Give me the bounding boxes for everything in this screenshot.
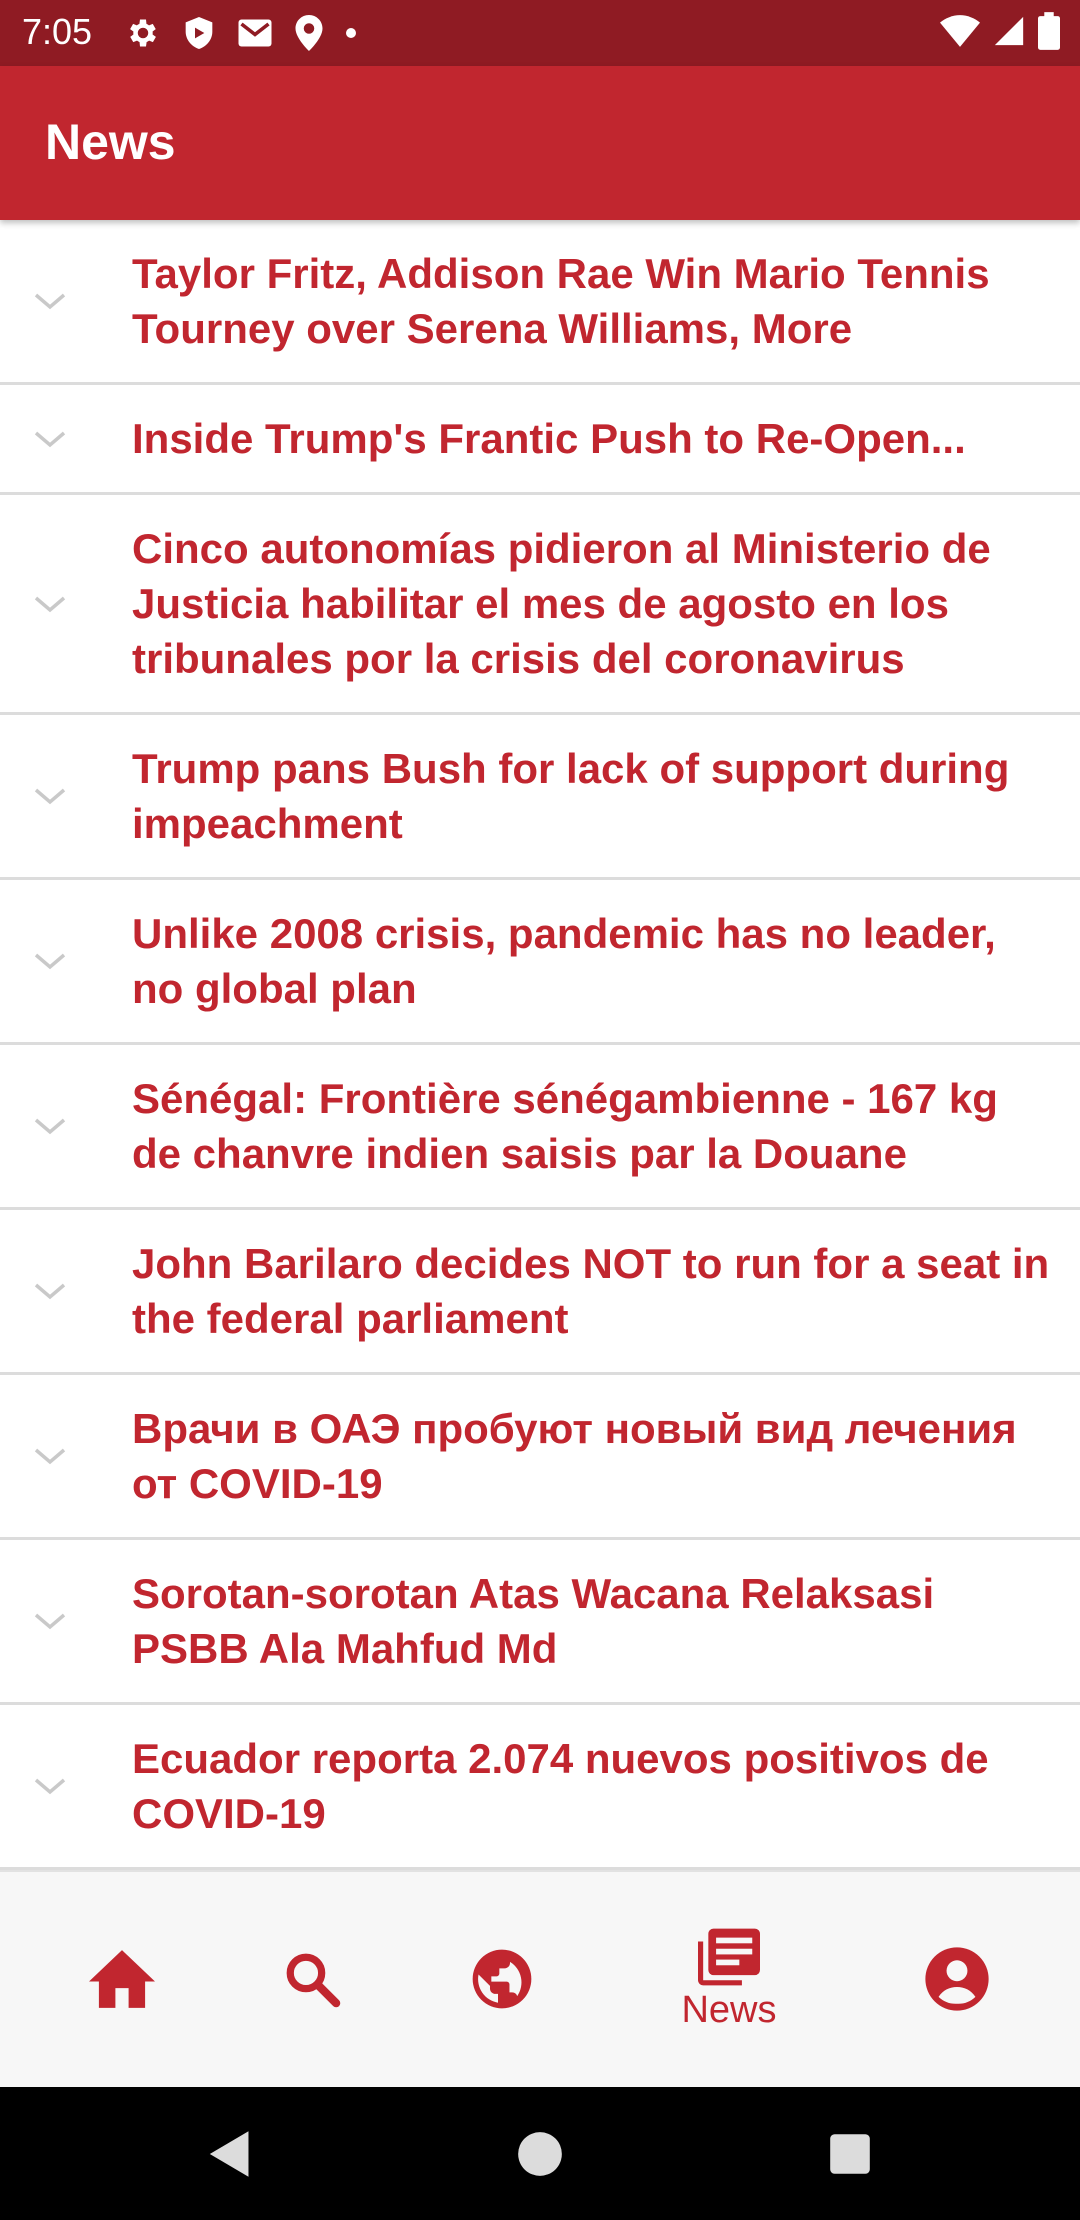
chevron-down-icon[interactable] — [32, 592, 68, 616]
news-headline[interactable]: Inside Trump's Frantic Push to Re-Open..… — [132, 411, 966, 466]
shield-icon — [183, 15, 215, 51]
back-button[interactable] — [198, 2127, 258, 2181]
news-headline[interactable]: Sénégal: Frontière sénégambienne - 167 k… — [132, 1071, 1052, 1181]
account-icon — [925, 1946, 989, 2011]
recents-icon — [830, 2134, 870, 2174]
nav-account[interactable] — [862, 1872, 1052, 2087]
nav-news[interactable]: News — [634, 1872, 824, 2087]
chevron-down-icon[interactable] — [32, 1279, 68, 1303]
nav-globe[interactable] — [407, 1872, 597, 2087]
chevron-down-icon[interactable] — [32, 949, 68, 973]
news-headline[interactable]: John Barilaro decides NOT to run for a s… — [132, 1236, 1052, 1346]
news-item[interactable]: Ecuador reporta 2.074 nuevos positivos d… — [0, 1705, 1080, 1870]
battery-icon — [1038, 11, 1060, 55]
chevron-down-icon[interactable] — [32, 784, 68, 808]
bottom-navigation: News — [0, 1870, 1080, 2087]
news-item[interactable]: Trump pans Bush for lack of support duri… — [0, 715, 1080, 880]
news-item[interactable]: Sorotan-sorotan Atas Wacana Relaksasi PS… — [0, 1540, 1080, 1705]
page-title: News — [45, 114, 176, 170]
news-headline[interactable]: Ecuador reporta 2.074 nuevos positivos d… — [132, 1731, 1052, 1841]
chevron-down-icon[interactable] — [32, 1444, 68, 1468]
chevron-down-icon[interactable] — [32, 289, 68, 313]
settings-icon — [125, 15, 161, 51]
home-button[interactable] — [510, 2127, 570, 2181]
system-navigation-bar — [0, 2087, 1080, 2220]
news-item[interactable]: Taylor Fritz, Addison Rae Win Mario Tenn… — [0, 220, 1080, 385]
nav-search[interactable] — [217, 1872, 407, 2087]
news-item[interactable]: Sénégal: Frontière sénégambienne - 167 k… — [0, 1045, 1080, 1210]
home-circle-icon — [518, 2132, 562, 2176]
news-icon — [698, 1928, 760, 1985]
dot-icon — [345, 27, 357, 39]
back-icon — [209, 2131, 249, 2177]
nav-news-label: News — [681, 1988, 777, 2031]
search-icon — [286, 1953, 341, 2007]
news-item[interactable]: Inside Trump's Frantic Push to Re-Open..… — [0, 385, 1080, 495]
news-item[interactable]: Врачи в ОАЭ пробуют новый вид лечения от… — [0, 1375, 1080, 1540]
status-time: 7:05 — [22, 11, 93, 52]
news-headline[interactable]: Врачи в ОАЭ пробуют новый вид лечения от… — [132, 1401, 1052, 1511]
gmail-icon — [237, 18, 273, 48]
news-item[interactable]: Unlike 2008 crisis, pandemic has no lead… — [0, 880, 1080, 1045]
status-left-icons — [125, 14, 357, 52]
chevron-down-icon[interactable] — [32, 1609, 68, 1633]
recents-button[interactable] — [820, 2127, 880, 2181]
nav-home[interactable] — [27, 1872, 217, 2087]
news-item[interactable]: John Barilaro decides NOT to run for a s… — [0, 1210, 1080, 1375]
news-headline[interactable]: Sorotan-sorotan Atas Wacana Relaksasi PS… — [132, 1566, 1052, 1676]
cellular-icon — [992, 14, 1026, 53]
news-headline[interactable]: Unlike 2008 crisis, pandemic has no lead… — [132, 906, 1052, 1016]
news-headline[interactable]: Cinco autonomías pidieron al Ministerio … — [132, 521, 1052, 686]
screen: 7:05 News Taylor Fritz, Addison Rae Win … — [0, 0, 1080, 2220]
location-icon — [295, 15, 323, 51]
app-bar: News — [0, 66, 1080, 220]
wifi-icon — [940, 14, 980, 52]
chevron-down-icon[interactable] — [32, 427, 68, 451]
news-list[interactable]: Taylor Fritz, Addison Rae Win Mario Tenn… — [0, 220, 1080, 1870]
status-bar: 7:05 — [0, 0, 1080, 66]
status-right-icons — [940, 11, 1060, 55]
chevron-down-icon[interactable] — [32, 1114, 68, 1138]
home-icon — [89, 1949, 155, 2008]
globe-icon — [472, 1949, 532, 2008]
chevron-down-icon[interactable] — [32, 1774, 68, 1798]
news-headline[interactable]: Taylor Fritz, Addison Rae Win Mario Tenn… — [132, 246, 1052, 356]
news-headline[interactable]: Trump pans Bush for lack of support duri… — [132, 741, 1052, 851]
news-item[interactable]: Cinco autonomías pidieron al Ministerio … — [0, 495, 1080, 715]
